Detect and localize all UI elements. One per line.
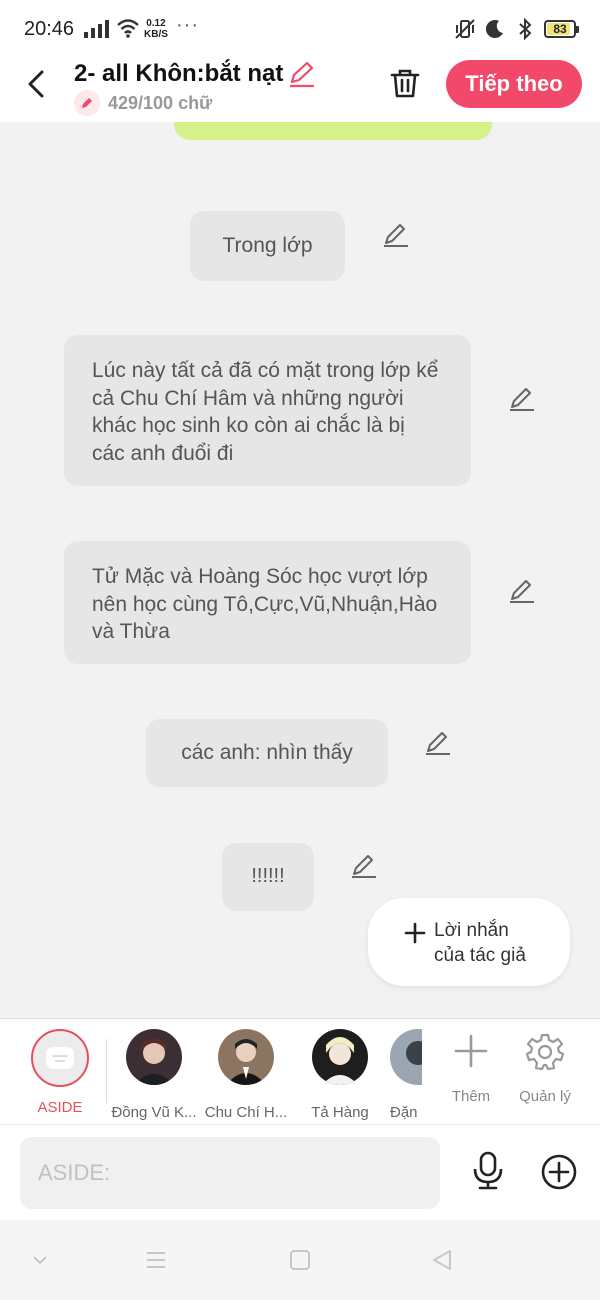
gear-icon xyxy=(525,1033,565,1071)
status-time: 20:46 xyxy=(24,18,75,40)
author-note-label: Lời nhắn của tác giả xyxy=(434,918,526,968)
message-bubble[interactable]: !!!!!! xyxy=(222,843,314,911)
character-name: Đồng Vũ K... xyxy=(111,1104,197,1121)
author-note-button[interactable]: Lời nhắn của tác giả xyxy=(368,898,570,986)
menu-icon[interactable] xyxy=(144,1248,168,1272)
message-text: các anh: nhìn thấy xyxy=(181,741,353,765)
plus-icon xyxy=(404,922,426,944)
previous-message-bubble[interactable] xyxy=(174,122,492,140)
system-nav-bar xyxy=(0,1220,600,1300)
character-item[interactable]: Tả Hàng xyxy=(295,1029,385,1121)
author-note-line2: của tác giả xyxy=(434,945,526,966)
chat-bubble-icon xyxy=(46,1047,74,1069)
add-circle-icon[interactable] xyxy=(540,1153,578,1191)
trash-icon[interactable] xyxy=(388,66,422,100)
back-arrow-icon[interactable] xyxy=(22,68,54,100)
edit-message-icon[interactable] xyxy=(508,386,536,412)
manage-label: Quản lý xyxy=(519,1088,571,1105)
title-row: 2- all Khôn:bắt nạt xyxy=(74,60,317,88)
avatar xyxy=(218,1029,274,1085)
input-bar xyxy=(0,1124,600,1220)
word-count-row: 429/100 chữ xyxy=(74,90,212,116)
battery-level: 83 xyxy=(553,22,567,36)
message-text: !!!!!! xyxy=(251,865,285,888)
vibrate-icon xyxy=(455,19,475,39)
divider xyxy=(106,1039,107,1103)
character-name: Tả Hàng xyxy=(311,1104,369,1121)
battery-indicator: 83 xyxy=(544,20,579,38)
editor-header: 2- all Khôn:bắt nạt 429/100 chữ Tiếp the… xyxy=(0,60,600,122)
add-character-button[interactable]: Thêm xyxy=(436,1031,506,1105)
speed-value: 0.12 xyxy=(146,18,166,29)
character-name: Đặn xyxy=(390,1104,418,1121)
microphone-icon[interactable] xyxy=(470,1151,506,1191)
character-item[interactable]: Đặn xyxy=(390,1029,422,1121)
moon-icon xyxy=(485,20,503,39)
story-title: 2- all Khôn:bắt nạt xyxy=(74,60,284,87)
chat-area[interactable]: Trong lớp Lúc này tất cả đã có mặt trong… xyxy=(0,122,600,1018)
edit-message-icon[interactable] xyxy=(508,578,536,604)
message-bubble[interactable]: Tử Mặc và Hoàng Sóc học vượt lớp nên học… xyxy=(64,541,471,664)
message-bubble[interactable]: Trong lớp xyxy=(190,211,345,281)
word-count: 429/100 chữ xyxy=(108,92,213,113)
edit-title-pencil-icon[interactable] xyxy=(287,60,317,88)
edit-message-icon[interactable] xyxy=(350,853,378,879)
wifi-icon xyxy=(117,19,139,38)
message-text: Tử Mặc và Hoàng Sóc học vượt lớp nên học… xyxy=(92,565,438,643)
message-bubble[interactable]: các anh: nhìn thấy xyxy=(146,719,388,787)
avatar xyxy=(126,1029,182,1085)
chevron-down-icon[interactable] xyxy=(28,1248,52,1272)
network-speed: 0.12 KB/S xyxy=(144,18,168,40)
add-label: Thêm xyxy=(451,1088,491,1105)
next-button[interactable]: Tiếp theo xyxy=(446,60,582,108)
character-name: Chu Chí H... xyxy=(204,1104,288,1121)
avatar xyxy=(312,1029,368,1085)
home-square-icon[interactable] xyxy=(288,1248,312,1272)
author-note-line1: Lời nhắn xyxy=(434,920,509,941)
message-text: Lúc này tất cả đã có mặt trong lớp kể cả… xyxy=(92,359,439,465)
character-name: ASIDE xyxy=(37,1099,83,1116)
edit-message-icon[interactable] xyxy=(424,730,452,756)
avatar xyxy=(390,1029,422,1085)
message-text: Trong lớp xyxy=(222,234,313,258)
status-right: 83 xyxy=(454,18,579,40)
more-status-dots: ··· xyxy=(176,14,199,36)
message-bubble[interactable]: Lúc này tất cả đã có mặt trong lớp kể cả… xyxy=(64,335,471,486)
speed-unit: KB/S xyxy=(144,29,168,40)
back-triangle-icon[interactable] xyxy=(430,1248,454,1272)
character-item[interactable]: Đồng Vũ K... xyxy=(109,1029,199,1121)
character-aside[interactable]: ASIDE xyxy=(15,1029,105,1116)
character-bar: ASIDE Đồng Vũ K... Chu Chí H... Tả Hàng xyxy=(0,1018,600,1124)
aside-avatar xyxy=(31,1029,89,1087)
pencil-badge-icon xyxy=(74,90,100,116)
plus-icon xyxy=(454,1034,488,1068)
edit-message-icon[interactable] xyxy=(382,222,410,248)
message-input[interactable] xyxy=(20,1137,440,1209)
bluetooth-icon xyxy=(519,18,532,40)
character-item[interactable]: Chu Chí H... xyxy=(201,1029,291,1121)
signal-icon xyxy=(84,20,109,38)
manage-button[interactable]: Quản lý xyxy=(510,1031,580,1105)
status-bar: 20:46 0.12 KB/S ··· 83 xyxy=(0,0,600,60)
